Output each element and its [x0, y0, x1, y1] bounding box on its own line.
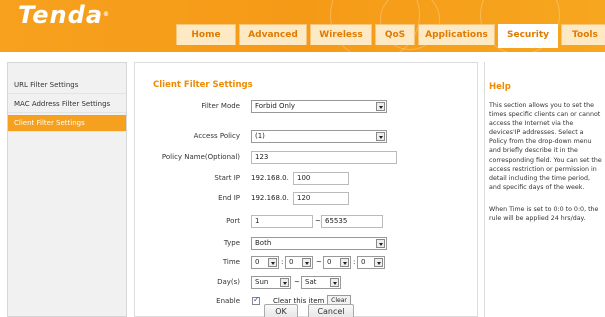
main-panel: Client Filter Settings Filter Mode Forbi…: [134, 62, 478, 317]
sidebar-item-client-filter[interactable]: Client Filter Settings: [8, 115, 126, 132]
start-ip-input[interactable]: 100: [293, 172, 349, 185]
port-separator: ~: [315, 217, 321, 225]
sidebar-item-mac-filter[interactable]: MAC Address Filter Settings: [8, 96, 126, 113]
sidebar: URL Filter Settings MAC Address Filter S…: [7, 62, 127, 317]
tab-security[interactable]: Security: [498, 24, 558, 48]
tenda-logo: Tenda®: [18, 1, 111, 29]
type-select[interactable]: Both: [251, 237, 387, 250]
ok-button[interactable]: OK: [264, 304, 298, 317]
tab-applications[interactable]: Applications: [418, 24, 495, 45]
chevron-down-icon: [268, 258, 277, 267]
policy-name-label: Policy Name(Optional): [161, 153, 240, 161]
help-paragraph: When Time is set to 0:0 to 0:0, the rule…: [489, 206, 599, 223]
end-ip-input[interactable]: 120: [293, 192, 349, 205]
time-start-hour-select[interactable]: 0: [251, 256, 279, 269]
sidebar-item-url-filter[interactable]: URL Filter Settings: [8, 77, 126, 94]
end-ip-prefix: 192.168.0.: [251, 194, 289, 202]
enable-checkbox[interactable]: [252, 295, 260, 305]
enable-label: Enable: [216, 297, 240, 305]
type-label: Type: [223, 239, 240, 247]
help-title: Help: [489, 82, 511, 92]
start-ip-label: Start IP: [214, 174, 240, 182]
days-separator: ~: [294, 278, 300, 286]
main-nav: Home Advanced Wireless QoS Applications …: [176, 24, 605, 48]
days-from-select[interactable]: Sun: [251, 276, 291, 289]
access-policy-select[interactable]: (1): [251, 130, 387, 143]
time-colon: :: [353, 258, 356, 266]
help-paragraph: This section allows you to set the times…: [489, 102, 602, 191]
tab-qos[interactable]: QoS: [375, 24, 415, 45]
tab-wireless[interactable]: Wireless: [310, 24, 372, 45]
end-ip-label: End IP: [218, 194, 240, 202]
time-start-min-select[interactable]: 0: [285, 256, 313, 269]
policy-name-input[interactable]: 123: [251, 151, 397, 164]
port-from-input[interactable]: 1: [251, 215, 313, 228]
page-title: Client Filter Settings: [153, 80, 253, 90]
start-ip-prefix: 192.168.0.: [251, 174, 289, 182]
days-label: Day(s): [217, 278, 240, 286]
chevron-down-icon: [330, 278, 339, 287]
time-end-min-select[interactable]: 0: [357, 256, 385, 269]
header-bar: Tenda® Home Advanced Wireless QoS Applic…: [0, 0, 605, 60]
chevron-down-icon: [376, 239, 385, 248]
tab-home[interactable]: Home: [176, 24, 236, 45]
filter-mode-select[interactable]: Forbid Only: [251, 100, 387, 113]
chevron-down-icon: [376, 102, 385, 111]
help-panel: Help This section allows you to set the …: [484, 62, 605, 317]
chevron-down-icon: [340, 258, 349, 267]
tab-advanced[interactable]: Advanced: [239, 24, 307, 45]
filter-mode-label: Filter Mode: [201, 102, 240, 110]
port-to-input[interactable]: 65535: [321, 215, 383, 228]
tab-tools[interactable]: Tools: [561, 24, 605, 45]
chevron-down-icon: [376, 132, 385, 141]
chevron-down-icon: [374, 258, 383, 267]
days-to-select[interactable]: Sat: [301, 276, 341, 289]
port-label: Port: [226, 217, 240, 225]
chevron-down-icon: [280, 278, 289, 287]
chevron-down-icon: [302, 258, 311, 267]
access-policy-label: Access Policy: [193, 132, 240, 140]
time-end-hour-select[interactable]: 0: [323, 256, 351, 269]
time-separator: ~: [316, 258, 322, 266]
time-label: Time: [222, 258, 240, 266]
cancel-button[interactable]: Cancel: [308, 304, 354, 317]
time-colon: :: [281, 258, 284, 266]
